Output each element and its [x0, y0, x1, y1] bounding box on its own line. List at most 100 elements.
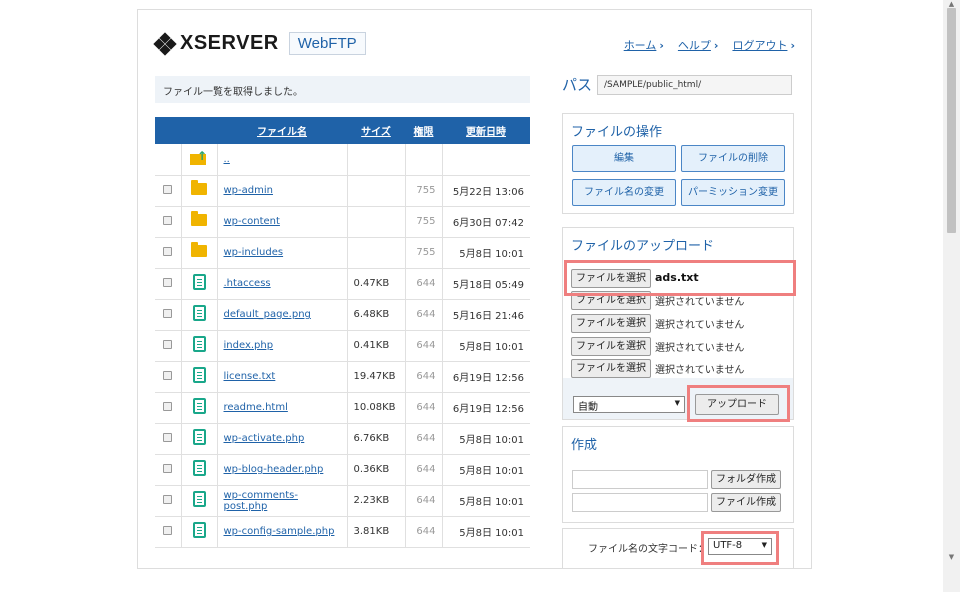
file-name-link[interactable]: license.txt: [224, 371, 276, 382]
help-link[interactable]: ヘルプ: [678, 37, 719, 53]
row-checkbox[interactable]: [163, 370, 173, 380]
file-name-link[interactable]: wp-admin: [224, 185, 273, 196]
size-cell: 0.41KB: [347, 330, 406, 362]
row-checkbox[interactable]: [163, 525, 173, 535]
table-row[interactable]: wp-comments-post.php 2.23KB 644 5月8日 10:01: [155, 485, 530, 517]
header-check: [155, 117, 181, 144]
icon-cell: [181, 454, 218, 486]
header-filename[interactable]: ファイル名: [217, 117, 347, 144]
logout-link[interactable]: ログアウト: [732, 37, 795, 53]
check-cell: [155, 237, 182, 269]
permission-cell: 644: [405, 330, 443, 362]
file-name-link[interactable]: default_page.png: [224, 309, 311, 320]
file-name-link[interactable]: wp-includes: [224, 247, 284, 258]
table-row[interactable]: wp-activate.php 6.76KB 644 5月8日 10:01: [155, 423, 530, 455]
name-cell: readme.html: [217, 392, 348, 424]
table-row[interactable]: wp-includes 755 5月8日 10:01: [155, 237, 530, 269]
table-row[interactable]: wp-admin 755 5月22日 13:06: [155, 175, 530, 207]
ops-title: ファイルの操作: [571, 125, 663, 140]
transfer-mode-select[interactable]: 自動 ▼: [573, 396, 685, 413]
name-cell: wp-comments-post.php: [217, 485, 348, 517]
choose-file-button-4[interactable]: ファイルを選択: [571, 337, 651, 356]
xserver-logo[interactable]: XSERVER WebFTP: [153, 31, 366, 56]
check-cell: [155, 454, 182, 486]
file-icon: [192, 429, 206, 445]
file-name-link[interactable]: wp-activate.php: [224, 433, 305, 444]
rename-button[interactable]: ファイル名の変更: [572, 179, 676, 206]
check-cell: [155, 299, 182, 331]
table-row[interactable]: index.php 0.41KB 644 5月8日 10:01: [155, 330, 530, 362]
file-name-link[interactable]: .htaccess: [224, 278, 271, 289]
file-name-link[interactable]: index.php: [224, 340, 274, 351]
permission-cell: 755: [405, 206, 443, 238]
table-row[interactable]: .htaccess 0.47KB 644 5月18日 05:49: [155, 268, 530, 300]
table-row[interactable]: wp-blog-header.php 0.36KB 644 5月8日 10:01: [155, 454, 530, 486]
icon-cell: [181, 237, 218, 269]
choose-file-button-5[interactable]: ファイルを選択: [571, 359, 651, 378]
file-name-link[interactable]: readme.html: [224, 402, 288, 413]
header-size[interactable]: サイズ: [347, 117, 405, 144]
row-checkbox[interactable]: [163, 401, 173, 411]
date-cell: 5月8日 10:01: [442, 237, 530, 269]
header-permission[interactable]: 権限: [405, 117, 442, 144]
file-name-link[interactable]: wp-blog-header.php: [224, 464, 324, 475]
permission-cell: 644: [405, 299, 443, 331]
path-display: /SAMPLE/public_html/: [597, 75, 792, 95]
webftp-page: XSERVER WebFTP ホーム ヘルプ ログアウト ファイル一覧を取得しま…: [137, 9, 812, 569]
table-row[interactable]: wp-content 755 6月30日 07:42: [155, 206, 530, 238]
file-name-input[interactable]: [572, 493, 708, 512]
file-name-link[interactable]: wp-comments-post.php: [224, 490, 298, 512]
row-checkbox[interactable]: [163, 308, 173, 318]
scroll-down-icon[interactable]: ▼: [947, 553, 956, 562]
row-checkbox[interactable]: [163, 463, 173, 473]
encoding-panel: ファイル名の文字コード： UTF-8 ▼: [562, 528, 794, 568]
date-cell: 5月16日 21:46: [442, 299, 530, 331]
name-cell: wp-admin: [217, 175, 348, 207]
row-checkbox[interactable]: [163, 246, 173, 256]
icon-cell: [181, 175, 218, 207]
logo-mark-icon: [153, 31, 177, 56]
header-date[interactable]: 更新日時: [442, 117, 530, 144]
size-cell: 6.76KB: [347, 423, 406, 455]
edit-button[interactable]: 編集: [572, 145, 676, 172]
check-cell: [155, 144, 182, 176]
size-cell: 2.23KB: [347, 485, 406, 517]
scrollbar-thumb[interactable]: [947, 8, 956, 233]
choose-file-button-3[interactable]: ファイルを選択: [571, 314, 651, 333]
check-cell: [155, 175, 182, 207]
icon-cell: [181, 206, 218, 238]
delete-file-button[interactable]: ファイルの削除: [681, 145, 785, 172]
table-row[interactable]: readme.html 10.08KB 644 6月19日 12:56: [155, 392, 530, 424]
dropdown-arrow-icon: ▼: [674, 399, 680, 407]
row-checkbox[interactable]: [163, 215, 173, 225]
date-cell: 5月8日 10:01: [442, 516, 530, 548]
permission-cell: 644: [405, 516, 443, 548]
check-cell: [155, 485, 182, 517]
row-checkbox[interactable]: [163, 494, 173, 504]
row-checkbox[interactable]: [163, 339, 173, 349]
date-cell: 5月18日 05:49: [442, 268, 530, 300]
home-link[interactable]: ホーム: [624, 37, 664, 53]
folder-icon: [191, 211, 207, 226]
table-row[interactable]: wp-config-sample.php 3.81KB 644 5月8日 10:01: [155, 516, 530, 548]
row-checkbox[interactable]: [163, 277, 173, 287]
parent-dir-row[interactable]: ↑ ..: [155, 144, 530, 176]
create-folder-button[interactable]: フォルダ作成: [711, 470, 781, 489]
name-cell: index.php: [217, 330, 348, 362]
vertical-scrollbar[interactable]: ▲ ▼: [943, 0, 960, 592]
row-checkbox[interactable]: [163, 432, 173, 442]
highlight-chosen-file: [564, 260, 796, 296]
size-cell: 6.48KB: [347, 299, 406, 331]
file-name-link[interactable]: wp-config-sample.php: [224, 526, 335, 537]
parent-dir-link[interactable]: ..: [224, 154, 230, 165]
icon-cell: [181, 299, 218, 331]
permission-cell: 644: [405, 361, 443, 393]
name-cell: wp-activate.php: [217, 423, 348, 455]
file-name-link[interactable]: wp-content: [224, 216, 280, 227]
row-checkbox[interactable]: [163, 184, 173, 194]
permission-button[interactable]: パーミッション変更: [681, 179, 785, 206]
folder-name-input[interactable]: [572, 470, 708, 489]
create-file-button[interactable]: ファイル作成: [711, 493, 781, 512]
table-row[interactable]: default_page.png 6.48KB 644 5月16日 21:46: [155, 299, 530, 331]
table-row[interactable]: license.txt 19.47KB 644 6月19日 12:56: [155, 361, 530, 393]
